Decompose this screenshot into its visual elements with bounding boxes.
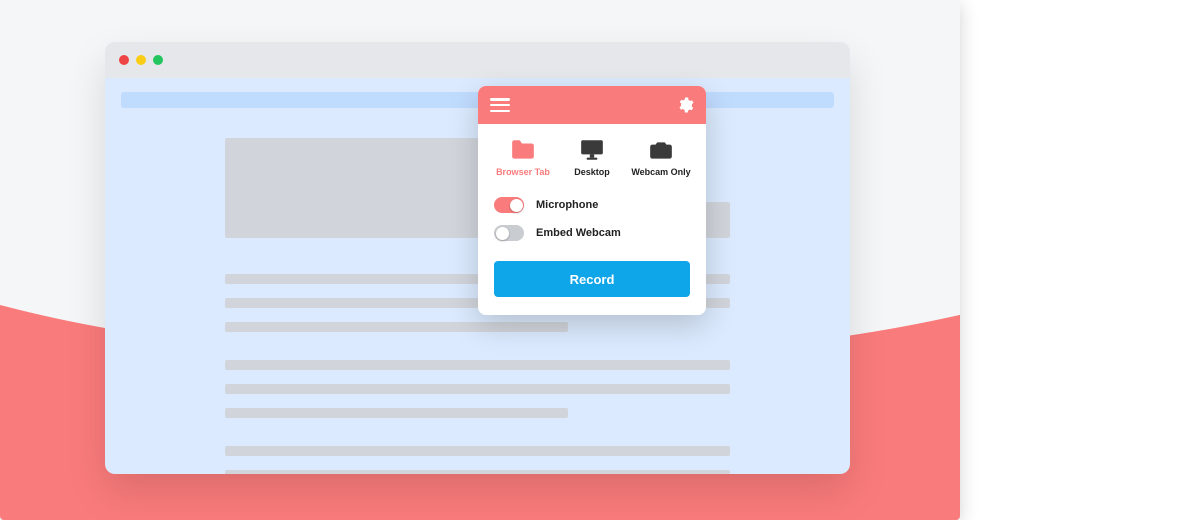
hamburger-icon[interactable] — [490, 98, 510, 112]
gear-icon[interactable] — [676, 96, 694, 114]
window-titlebar — [105, 42, 850, 78]
mode-label: Browser Tab — [496, 167, 550, 177]
hero-card: Browser Tab Desktop Webcam Only Micropho… — [0, 0, 960, 520]
toggle-embed-webcam: Embed Webcam — [494, 219, 690, 247]
toggle-label: Embed Webcam — [536, 227, 621, 239]
mode-webcam-only[interactable]: Webcam Only — [630, 138, 692, 177]
camera-icon — [647, 138, 675, 162]
placeholder-line — [225, 408, 568, 418]
microphone-toggle[interactable] — [494, 197, 524, 213]
traffic-light-close-icon[interactable] — [119, 55, 129, 65]
monitor-icon — [578, 138, 606, 162]
record-mode-row: Browser Tab Desktop Webcam Only — [478, 124, 706, 185]
placeholder-line — [225, 470, 730, 474]
record-button[interactable]: Record — [494, 261, 690, 297]
traffic-light-minimize-icon[interactable] — [136, 55, 146, 65]
toggle-section: Microphone Embed Webcam — [478, 185, 706, 257]
placeholder-line — [225, 384, 730, 394]
toggle-label: Microphone — [536, 199, 598, 211]
mode-label: Webcam Only — [631, 167, 690, 177]
embed-webcam-toggle[interactable] — [494, 225, 524, 241]
placeholder-line — [225, 446, 730, 456]
mode-desktop[interactable]: Desktop — [561, 138, 623, 177]
placeholder-line — [225, 360, 730, 370]
mode-browser-tab[interactable]: Browser Tab — [492, 138, 554, 177]
folder-icon — [509, 138, 537, 162]
traffic-light-zoom-icon[interactable] — [153, 55, 163, 65]
mode-label: Desktop — [574, 167, 610, 177]
recorder-popup: Browser Tab Desktop Webcam Only Micropho… — [478, 86, 706, 315]
popup-header — [478, 86, 706, 124]
placeholder-line — [225, 322, 568, 332]
toggle-microphone: Microphone — [494, 191, 690, 219]
